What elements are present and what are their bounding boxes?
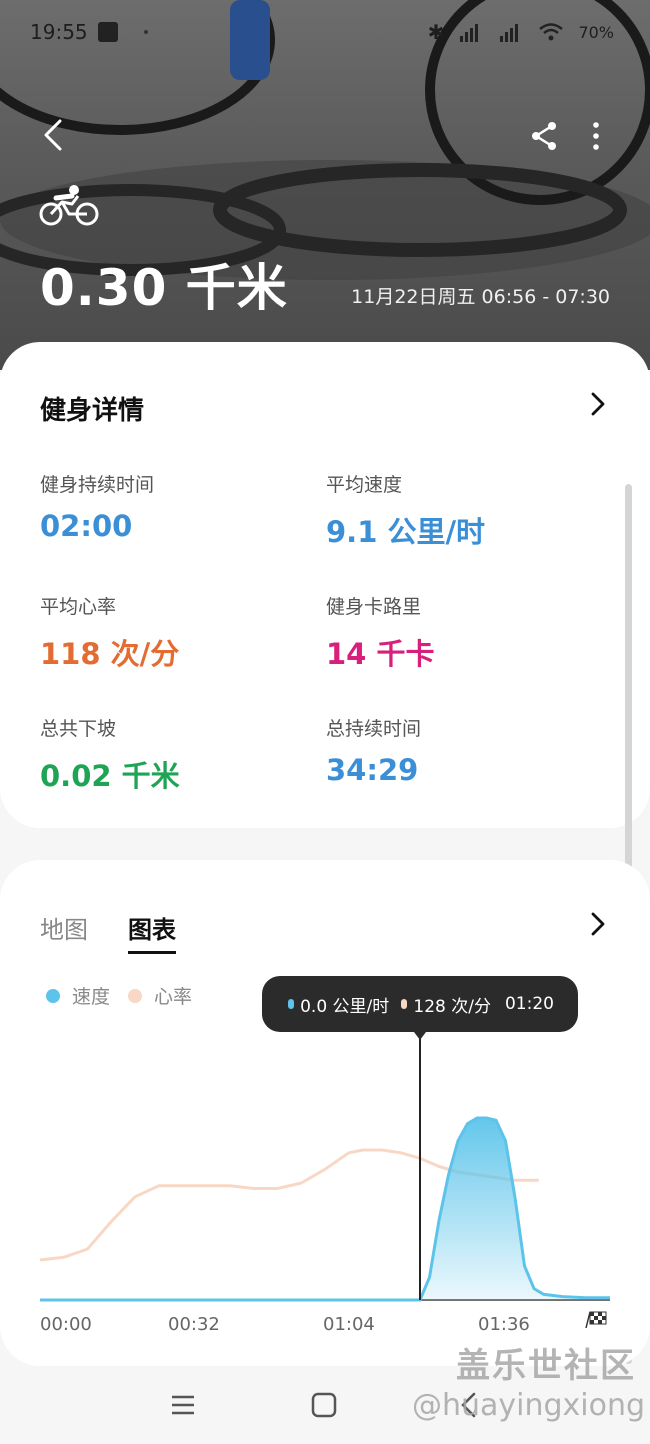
stat-label: 总持续时间 (326, 718, 422, 740)
share-icon[interactable] (528, 120, 560, 152)
chart-tooltip: 0.0 公里/时 128 次/分 01:20 (262, 976, 578, 1032)
workout-date-range: 11月22日周五 06:56 - 07:30 (351, 286, 610, 308)
recent-apps-icon[interactable] (170, 1392, 196, 1418)
stat-workout-duration: 健身持续时间 02:00 (40, 470, 320, 543)
stat-average-speed: 平均速度 9.1 公里/时 (326, 470, 606, 551)
bluetooth-icon: ✱ (427, 20, 445, 44)
tooltip-speed-dot (288, 999, 295, 1009)
stat-label: 平均速度 (326, 474, 403, 496)
x-tick-label: 00:00 (40, 1314, 92, 1335)
status-time: 19:55 (30, 20, 88, 44)
tooltip-heart-dot (401, 999, 408, 1009)
watermark-user: @huayingxiong (412, 1388, 646, 1423)
tooltip-time: 01:20 (504, 994, 554, 1014)
stat-value: 02:00 (40, 509, 133, 543)
stat-value: 9.1 公里/时 (326, 515, 486, 549)
stat-label: 平均心率 (40, 596, 117, 618)
finish-flag-icon (585, 1311, 607, 1329)
stat-value: 14 千卡 (326, 637, 435, 671)
stat-total-duration: 总持续时间 34:29 (326, 714, 606, 787)
stat-value: 118 次/分 (40, 637, 180, 671)
chevron-right-icon[interactable] (588, 390, 608, 418)
x-tick-label: 01:36 (478, 1314, 530, 1335)
hero-header: 19:55 ✱ 70% 0.30 千米 11月22日周五 06:56 - 07:… (0, 0, 650, 370)
back-arrow-icon[interactable] (38, 118, 72, 152)
watermark-community: 盖乐世社区 (456, 1346, 636, 1386)
stat-label: 健身卡路里 (326, 596, 422, 618)
wifi-icon (539, 23, 564, 41)
battery-level: 70 (578, 22, 599, 42)
signal-icon-2 (500, 24, 519, 42)
total-distance: 0.30 千米 (40, 259, 288, 317)
workout-details-card[interactable]: 健身详情 健身持续时间 02:00 平均速度 9.1 公里/时 平均心率 118… (0, 342, 650, 828)
home-icon[interactable] (311, 1392, 337, 1418)
speed-heart-rate-chart[interactable] (0, 860, 650, 1366)
stat-value: 0.02 千米 (40, 759, 180, 793)
chart-card: 地图 图表 速度 心率 0.0 公里/时 128 次/分 01:20 00:00… (0, 860, 650, 1366)
notification-icon (98, 22, 118, 42)
stat-total-descent: 总共下坡 0.02 千米 (40, 714, 320, 795)
cycling-icon (39, 185, 99, 226)
tooltip-speed: 0.0 公里/时 (300, 996, 390, 1017)
speed-area (40, 1118, 610, 1300)
stat-label: 健身持续时间 (40, 474, 155, 496)
signal-icon (460, 24, 479, 42)
stat-value: 34:29 (326, 753, 419, 787)
x-tick-label: 01:04 (323, 1314, 375, 1335)
more-options-icon[interactable] (584, 120, 608, 152)
status-bar: 19:55 ✱ 70% (0, 0, 650, 64)
details-title: 健身详情 (40, 396, 145, 426)
more-notifications-icon (144, 30, 148, 34)
tooltip-pointer (414, 1032, 426, 1040)
stat-label: 总共下坡 (40, 718, 117, 740)
tooltip-heart-rate: 128 次/分 (413, 996, 491, 1017)
stat-average-heart-rate: 平均心率 118 次/分 (40, 592, 320, 673)
stat-calories: 健身卡路里 14 千卡 (326, 592, 606, 673)
x-tick-label: 00:32 (168, 1314, 220, 1335)
battery-icon: 70% (578, 22, 614, 42)
